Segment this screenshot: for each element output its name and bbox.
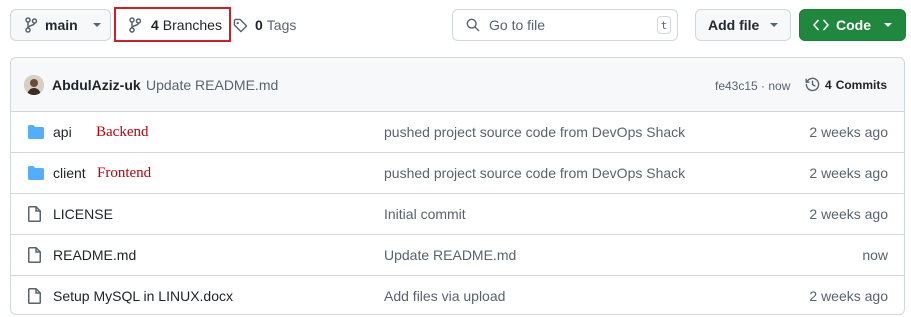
search-icon	[466, 18, 480, 32]
add-file-label: Add file	[708, 17, 760, 33]
file-name[interactable]: client	[53, 165, 86, 181]
file-name[interactable]: api	[53, 124, 72, 140]
table-row[interactable]: LICENSE Initial commit 2 weeks ago	[11, 193, 904, 234]
file-name[interactable]: Setup MySQL in LINUX.docx	[53, 288, 233, 304]
file-name[interactable]: LICENSE	[53, 206, 113, 222]
table-row[interactable]: api Backend pushed project source code f…	[11, 112, 904, 153]
commit-message[interactable]: Add files via upload	[384, 288, 505, 304]
code-brackets-icon	[813, 19, 829, 31]
search-placeholder: Go to file	[489, 17, 546, 33]
commit-hash[interactable]: fe43c15	[715, 79, 758, 93]
tags-link[interactable]: 0 Tags	[233, 9, 296, 41]
chevron-down-icon	[769, 22, 779, 28]
commits-count: 4	[825, 77, 832, 92]
latest-commit-bar: AbdulAziz-uk Update README.md fe43c15 · …	[11, 58, 904, 112]
commit-message[interactable]: Update README.md	[384, 247, 516, 263]
git-branch-icon	[25, 17, 37, 33]
table-row[interactable]: Setup MySQL in LINUX.docx Add files via …	[11, 275, 904, 314]
tags-label: Tags	[266, 17, 297, 33]
branch-selector-button[interactable]: main	[10, 9, 111, 41]
table-row[interactable]: client Frontend pushed project source co…	[11, 152, 904, 193]
commit-meta: fe43c15 · now	[715, 79, 790, 93]
table-row[interactable]: README.md Update README.md now	[11, 234, 904, 275]
history-clock-icon	[805, 77, 820, 92]
commits-label: Commits	[835, 77, 888, 92]
commit-author[interactable]: AbdulAziz-uk	[52, 77, 141, 93]
tags-count: 0	[255, 17, 263, 33]
tag-icon	[233, 18, 248, 33]
commit-message[interactable]: Initial commit	[384, 206, 466, 222]
chevron-down-icon	[92, 22, 102, 28]
file-icon	[28, 206, 41, 225]
file-icon	[28, 247, 41, 266]
commit-age: 2 weeks ago	[809, 206, 888, 222]
commits-history-link[interactable]: 4 Commits	[805, 77, 887, 92]
current-branch-label: main	[45, 17, 78, 33]
commit-age: now	[862, 247, 888, 263]
folder-icon	[28, 166, 44, 183]
file-table: AbdulAziz-uk Update README.md fe43c15 · …	[10, 57, 905, 315]
file-name[interactable]: README.md	[53, 247, 136, 263]
commit-age: 2 weeks ago	[809, 124, 888, 140]
add-file-button[interactable]: Add file	[695, 9, 791, 41]
code-button[interactable]: Code	[799, 9, 906, 41]
commit-age: 2 weeks ago	[809, 165, 888, 181]
handwritten-annotation: Frontend	[97, 165, 152, 181]
chevron-down-icon	[883, 22, 893, 28]
go-to-file-search[interactable]: Go to file t	[452, 9, 678, 41]
file-icon	[28, 288, 41, 307]
meta-separator: ·	[757, 79, 769, 93]
commit-time: now	[768, 79, 791, 93]
annotation-highlight-box	[114, 7, 231, 42]
code-label: Code	[836, 17, 871, 33]
commit-message[interactable]: Update README.md	[146, 77, 278, 93]
commit-message[interactable]: pushed project source code from DevOps S…	[384, 124, 685, 140]
commit-message[interactable]: pushed project source code from DevOps S…	[384, 165, 685, 181]
commit-age: 2 weeks ago	[809, 288, 888, 304]
avatar[interactable]	[24, 75, 44, 95]
handwritten-annotation: Backend	[96, 124, 149, 140]
keyboard-shortcut-hint: t	[657, 16, 671, 34]
folder-icon	[28, 125, 44, 142]
